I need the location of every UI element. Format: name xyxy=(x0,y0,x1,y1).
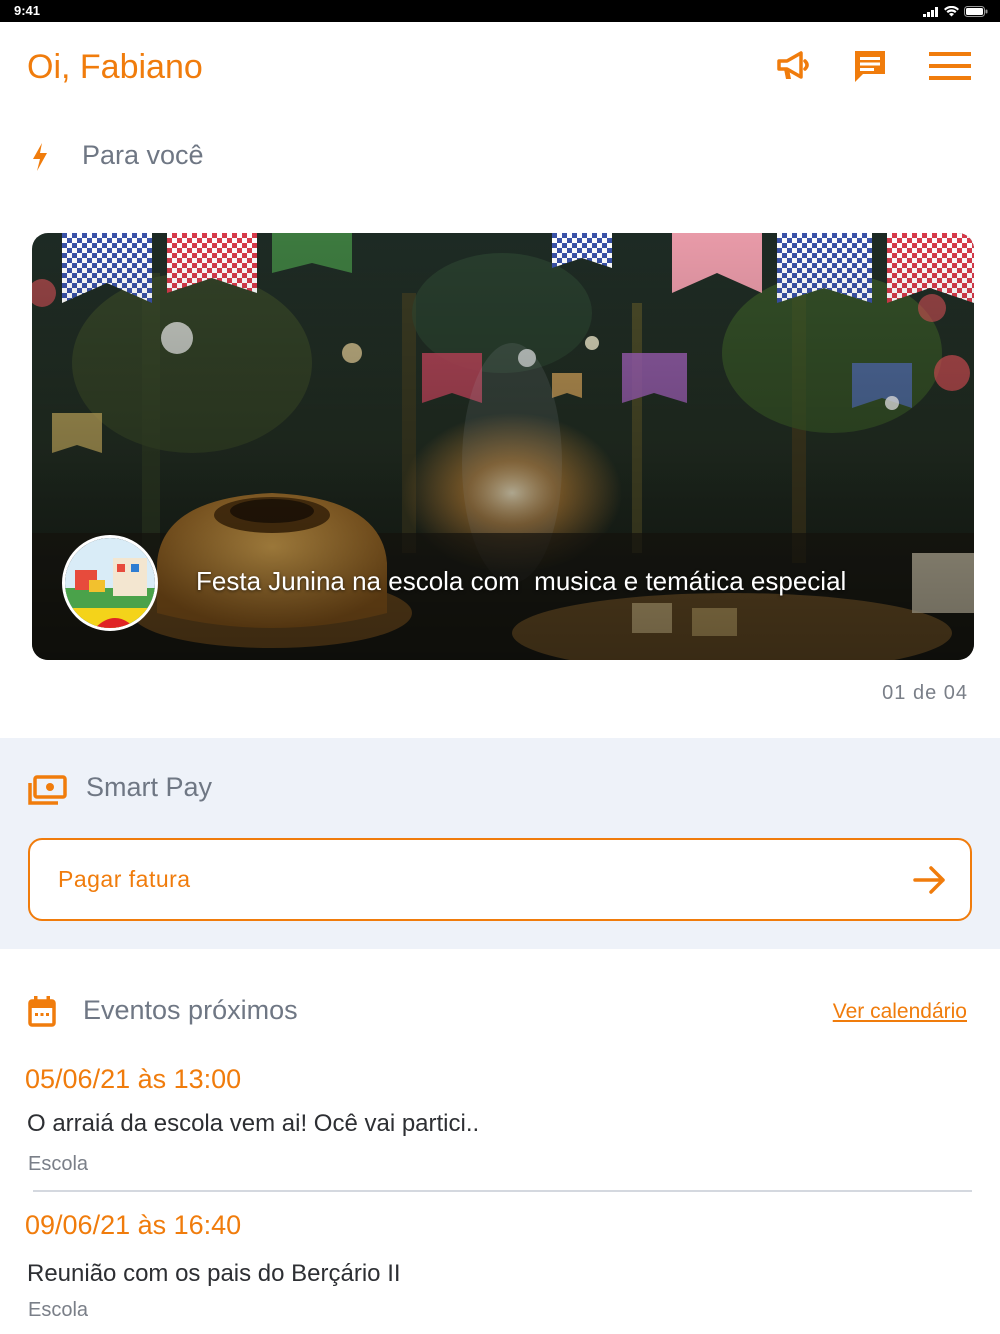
section-title-events: Eventos próximos xyxy=(83,995,298,1025)
pay-invoice-button[interactable]: Pagar fatura xyxy=(28,838,972,921)
battery-icon xyxy=(964,4,988,22)
event-source: Escola xyxy=(28,1299,89,1321)
status-icons xyxy=(923,4,988,22)
section-title-smart-pay: Smart Pay xyxy=(86,772,213,802)
carousel-counter: 01 de 04 xyxy=(882,682,968,704)
smart-pay-section: Smart Pay Pagar fatura xyxy=(0,738,1000,949)
carousel-caption: Festa Junina na escola com musica e temá… xyxy=(196,566,847,596)
calendar-icon xyxy=(28,995,56,1027)
wifi-icon xyxy=(944,4,959,22)
event-title: Reunião com os pais do Berçário II xyxy=(27,1260,401,1287)
school-avatar xyxy=(62,535,158,631)
menu-button[interactable] xyxy=(928,46,972,90)
megaphone-icon xyxy=(775,50,813,87)
announcements-button[interactable] xyxy=(772,46,816,90)
status-bar: 9:41 xyxy=(0,0,1000,22)
section-title-for-you: Para você xyxy=(82,140,204,170)
divider xyxy=(33,1190,972,1192)
event-date: 05/06/21 às 13:00 xyxy=(25,1064,242,1094)
status-time: 9:41 xyxy=(14,3,41,18)
signal-icon xyxy=(923,4,939,22)
greeting: Oi, Fabiano xyxy=(27,48,203,86)
menu-icon xyxy=(929,50,971,87)
event-title: O arraiá da escola vem ai! Ocê vai parti… xyxy=(27,1110,480,1137)
money-icon xyxy=(27,774,67,808)
lightning-icon xyxy=(30,142,50,172)
pay-invoice-label: Pagar fatura xyxy=(58,866,191,892)
event-source: Escola xyxy=(28,1153,89,1175)
chat-icon xyxy=(852,48,888,89)
messages-button[interactable] xyxy=(848,46,892,90)
see-calendar-link[interactable]: Ver calendário xyxy=(833,1000,967,1024)
arrow-right-icon xyxy=(912,862,948,903)
event-item[interactable]: 05/06/21 às 13:00 O arraiá da escola vem… xyxy=(0,1062,1000,1182)
event-item[interactable]: 09/06/21 às 16:40 Reunião com os pais do… xyxy=(0,1208,1000,1328)
event-date: 09/06/21 às 16:40 xyxy=(25,1210,242,1240)
featured-carousel-card[interactable]: Festa Junina na escola com musica e temá… xyxy=(32,233,974,660)
